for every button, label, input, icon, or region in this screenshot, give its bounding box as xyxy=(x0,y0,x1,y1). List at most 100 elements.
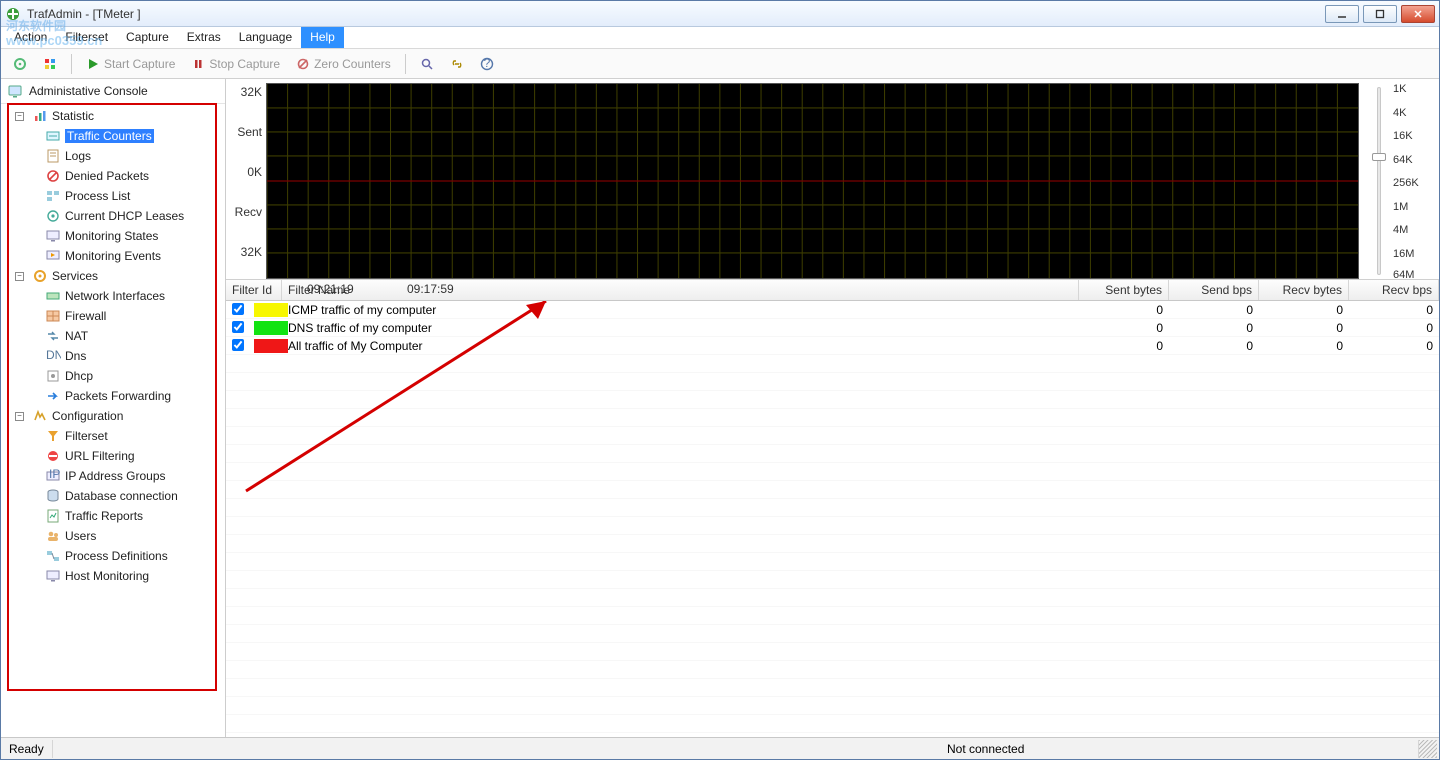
col-filter-id[interactable]: Filter Id xyxy=(226,280,282,300)
services-icon xyxy=(32,268,48,284)
monitor-icon xyxy=(45,228,61,244)
collapse-icon[interactable]: − xyxy=(15,272,24,281)
filter-checkbox[interactable] xyxy=(232,303,244,315)
search-button[interactable] xyxy=(414,55,440,73)
tree-network-interfaces[interactable]: Network Interfaces xyxy=(1,286,225,306)
tree-traffic-counters[interactable]: Traffic Counters xyxy=(1,126,225,146)
deny-icon xyxy=(45,168,61,184)
stop-capture-button[interactable]: Stop Capture xyxy=(185,55,286,73)
nav-tree[interactable]: −Statistic Traffic Counters Logs Denied … xyxy=(1,104,225,737)
palette-icon xyxy=(43,57,57,71)
settings-button[interactable] xyxy=(7,55,33,73)
database-icon xyxy=(45,488,61,504)
dhcp-server-icon xyxy=(45,368,61,384)
menu-help[interactable]: Help xyxy=(301,27,344,48)
dns-icon: DNS xyxy=(45,348,61,364)
tree-dhcp-leases[interactable]: Current DHCP Leases xyxy=(1,206,225,226)
resize-grip[interactable] xyxy=(1419,740,1437,758)
ipgroup-icon: IP xyxy=(45,468,61,484)
tree-configuration[interactable]: −Configuration Filterset URL Filtering I… xyxy=(1,406,225,586)
tree-traffic-reports[interactable]: Traffic Reports xyxy=(1,506,225,526)
tree-logs[interactable]: Logs xyxy=(1,146,225,166)
tree-users[interactable]: Users xyxy=(1,526,225,546)
tree-nat[interactable]: NAT xyxy=(1,326,225,346)
app-window: TrafAdmin - [TMeter ] Action Filterset C… xyxy=(0,0,1440,760)
reset-icon xyxy=(296,57,310,71)
help-button[interactable]: ? xyxy=(474,55,500,73)
tree-denied-packets[interactable]: Denied Packets xyxy=(1,166,225,186)
filters-body: ICMP traffic of my computer 0 0 0 0 DNS … xyxy=(226,301,1439,737)
tree-dhcp[interactable]: Dhcp xyxy=(1,366,225,386)
link-icon xyxy=(450,57,464,71)
tree-ip-groups[interactable]: IPIP Address Groups xyxy=(1,466,225,486)
report-icon xyxy=(45,508,61,524)
start-capture-label: Start Capture xyxy=(104,57,175,71)
toolbar: Start Capture Stop Capture Zero Counters… xyxy=(1,49,1439,79)
collapse-icon[interactable]: − xyxy=(15,112,24,121)
chart-scale-slider[interactable]: 1K 4K 16K 64K 256K 1M 4M 16M 64M xyxy=(1363,83,1433,279)
block-icon xyxy=(45,448,61,464)
main-pane: 32K Sent 0K Recv 32K xyxy=(226,79,1439,737)
tree-db-connection[interactable]: Database connection xyxy=(1,486,225,506)
zero-counters-button[interactable]: Zero Counters xyxy=(290,55,397,73)
tree-url-filtering[interactable]: URL Filtering xyxy=(1,446,225,466)
tree-monitoring-states[interactable]: Monitoring States xyxy=(1,226,225,246)
procdef-icon xyxy=(45,548,61,564)
start-capture-button[interactable]: Start Capture xyxy=(80,55,181,73)
tree-host-monitoring[interactable]: Host Monitoring xyxy=(1,566,225,586)
filter-row[interactable]: All traffic of My Computer 0 0 0 0 xyxy=(226,337,1439,355)
menu-action[interactable]: Action xyxy=(5,27,56,48)
menu-capture[interactable]: Capture xyxy=(117,27,178,48)
filter-checkbox[interactable] xyxy=(232,339,244,351)
tree-packets-forwarding[interactable]: Packets Forwarding xyxy=(1,386,225,406)
minimize-button[interactable] xyxy=(1325,5,1359,23)
menu-language[interactable]: Language xyxy=(230,27,301,48)
host-icon xyxy=(45,568,61,584)
gear-icon xyxy=(13,57,27,71)
menu-extras[interactable]: Extras xyxy=(178,27,230,48)
link-button[interactable] xyxy=(444,55,470,73)
menu-bar: Action Filterset Capture Extras Language… xyxy=(1,27,1439,49)
filter-checkbox[interactable] xyxy=(232,321,244,333)
title-bar: TrafAdmin - [TMeter ] xyxy=(1,1,1439,27)
collapse-icon[interactable]: − xyxy=(15,412,24,421)
filters-table: Filter Id Filter Name Sent bytes Send bp… xyxy=(226,279,1439,737)
status-right: Not connected xyxy=(939,740,1419,758)
menu-filterset[interactable]: Filterset xyxy=(56,27,117,48)
dhcp-icon xyxy=(45,208,61,224)
chart-time-axis: 09:21:19 09:17:59 xyxy=(297,282,1358,296)
console-icon xyxy=(7,83,23,99)
tree-monitoring-events[interactable]: Monitoring Events xyxy=(1,246,225,266)
config-icon xyxy=(32,408,48,424)
chart-canvas: 09:21:19 09:17:59 xyxy=(266,83,1359,279)
stop-capture-label: Stop Capture xyxy=(209,57,280,71)
tree-process-list[interactable]: Process List xyxy=(1,186,225,206)
firewall-icon xyxy=(45,308,61,324)
nic-icon xyxy=(45,288,61,304)
tree-process-definitions[interactable]: Process Definitions xyxy=(1,546,225,566)
tree-firewall[interactable]: Firewall xyxy=(1,306,225,326)
tree-statistic[interactable]: −Statistic Traffic Counters Logs Denied … xyxy=(1,106,225,266)
maximize-button[interactable] xyxy=(1363,5,1397,23)
app-icon xyxy=(5,6,21,22)
chart-icon xyxy=(32,108,48,124)
users-icon xyxy=(45,528,61,544)
tree-services[interactable]: −Services Network Interfaces Firewall NA… xyxy=(1,266,225,406)
filter-icon xyxy=(45,428,61,444)
tree-dns[interactable]: DNSDns xyxy=(1,346,225,366)
help-icon: ? xyxy=(480,57,494,71)
window-title: TrafAdmin - [TMeter ] xyxy=(27,7,141,21)
filter-row[interactable]: ICMP traffic of my computer 0 0 0 0 xyxy=(226,301,1439,319)
close-button[interactable] xyxy=(1401,5,1435,23)
palette-button[interactable] xyxy=(37,55,63,73)
slider-thumb[interactable] xyxy=(1372,153,1386,161)
logs-icon xyxy=(45,148,61,164)
tree-filterset[interactable]: Filterset xyxy=(1,426,225,446)
status-left: Ready xyxy=(1,740,53,758)
filter-row[interactable]: DNS traffic of my computer 0 0 0 0 xyxy=(226,319,1439,337)
svg-text:?: ? xyxy=(483,57,490,70)
nat-icon xyxy=(45,328,61,344)
svg-text:DNS: DNS xyxy=(46,348,61,362)
col-recv-bps[interactable]: Recv bps xyxy=(1349,280,1439,300)
zero-counters-label: Zero Counters xyxy=(314,57,391,71)
